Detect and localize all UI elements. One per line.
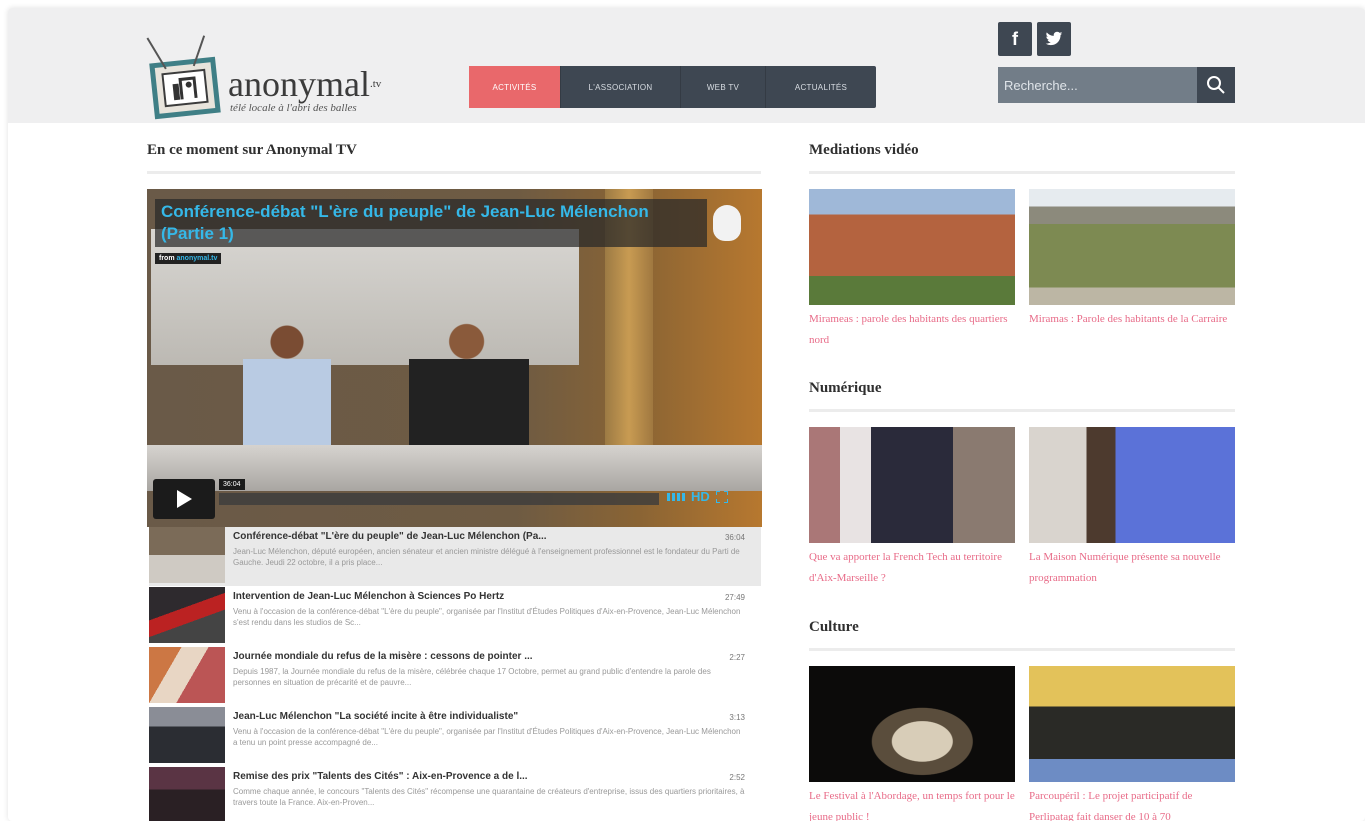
progress-bar[interactable] [219,493,659,505]
tv-logo-icon [146,35,221,120]
card-thumbnail [809,189,1015,305]
main-nav: ACTIVITÉS L'ASSOCIATION WEB TV ACTUALITÉ… [469,66,876,108]
volume-icon[interactable] [667,491,685,503]
player-controls: 36:04 HD [153,479,753,519]
hd-button[interactable]: HD [691,489,710,504]
video-card[interactable]: La Maison Numérique présente sa nouvelle… [1029,427,1235,589]
divider [809,648,1235,651]
video-card[interactable]: Mirameas : parole des habitants des quar… [809,189,1015,351]
playlist-item[interactable]: Conférence-débat "L'ère du peuple" de Je… [149,527,761,586]
social-links: f [998,22,1071,56]
playlist-item[interactable]: Journée mondiale du refus de la misère :… [149,647,761,706]
video-title[interactable]: Conférence-débat "L'ère du peuple" de Je… [161,201,701,245]
play-icon [177,490,192,508]
video-card[interactable]: Que va apporter la French Tech au territ… [809,427,1015,589]
search-bar [998,67,1235,103]
playlist-item[interactable]: Remise des prix "Talents des Cités" : Ai… [149,767,761,821]
card-thumbnail [1029,666,1235,782]
playlist-item-title: Intervention de Jean-Luc Mélenchon à Sci… [233,591,505,602]
divider [809,171,1235,174]
video-time: 36:04 [219,479,245,490]
playlist-item-duration: 2:52 [729,773,745,782]
owl-logo-icon [713,205,741,241]
card-thumbnail [1029,427,1235,543]
section-title-culture: Culture [809,619,859,635]
nav-item-activites[interactable]: ACTIVITÉS [469,66,561,108]
main-section-title: En ce moment sur Anonymal TV [147,142,357,158]
card-thumbnail [1029,189,1235,305]
facebook-icon[interactable]: f [998,22,1032,56]
video-card[interactable]: Miramas : Parole des habitants de la Car… [1029,189,1235,330]
video-source[interactable]: from anonymal.tv [155,253,222,264]
video-playlist: Conférence-débat "L'ère du peuple" de Je… [149,527,761,821]
nav-item-association[interactable]: L'ASSOCIATION [561,66,681,108]
playlist-item-desc: Comme chaque année, le concours "Talents… [233,787,745,807]
playlist-thumbnail [149,707,225,763]
video-player[interactable]: Conférence-débat "L'ère du peuple" de Je… [147,189,762,527]
playlist-item-desc: Venu à l'occasion de la conférence-débat… [233,727,741,747]
logo-tagline: télé locale à l'abri des balles [230,102,357,114]
site-logo[interactable]: anonymal.tv télé locale à l'abri des bal… [146,22,408,122]
video-person-left [243,319,331,447]
video-title-box[interactable]: Conférence-débat "L'ère du peuple" de Je… [155,199,707,247]
divider [809,409,1235,412]
card-caption[interactable]: Parcoupéril : Le projet participatif de … [1029,786,1235,821]
section-title-mediations: Mediations vidéo [809,142,919,158]
playlist-thumbnail [149,767,225,821]
twitter-icon[interactable] [1037,22,1071,56]
site-header: anonymal.tv télé locale à l'abri des bal… [8,8,1365,123]
playlist-item-desc: Venu à l'occasion de la conférence-débat… [233,607,741,627]
card-caption[interactable]: Miramas : Parole des habitants de la Car… [1029,309,1235,330]
playlist-item-desc: Depuis 1987, la Journée mondiale du refu… [233,667,711,687]
playlist-item[interactable]: Jean-Luc Mélenchon "La société incite à … [149,707,761,766]
card-caption[interactable]: Mirameas : parole des habitants des quar… [809,309,1015,351]
playlist-item-duration: 2:27 [729,653,745,662]
page-frame: anonymal.tv télé locale à l'abri des bal… [8,8,1365,821]
search-button[interactable] [1197,67,1235,103]
playlist-item-title: Remise des prix "Talents des Cités" : Ai… [233,771,528,782]
playlist-thumbnail [149,587,225,643]
playlist-thumbnail [149,527,225,583]
card-thumbnail [809,666,1015,782]
video-card[interactable]: Le Festival à l'Abordage, un temps fort … [809,666,1015,821]
search-icon [1207,76,1225,94]
player-options: HD [667,489,728,504]
playlist-item-duration: 36:04 [724,533,745,542]
playlist-thumbnail [149,647,225,703]
video-person-right [409,321,529,449]
playlist-item-title: Conférence-débat "L'ère du peuple" de Je… [233,531,547,542]
fullscreen-icon[interactable] [715,490,728,503]
playlist-item-title: Jean-Luc Mélenchon "La société incite à … [233,711,519,722]
card-caption[interactable]: Que va apporter la French Tech au territ… [809,547,1015,589]
playlist-item-desc: Jean-Luc Mélenchon, député européen, anc… [233,547,740,567]
search-input[interactable] [998,67,1197,103]
playlist-item[interactable]: Intervention de Jean-Luc Mélenchon à Sci… [149,587,761,646]
video-card[interactable]: Parcoupéril : Le projet participatif de … [1029,666,1235,821]
playlist-item-title: Journée mondiale du refus de la misère :… [233,651,533,662]
playlist-item-duration: 27:49 [724,593,745,602]
logo-name: anonymal.tv [228,64,382,104]
card-caption[interactable]: Le Festival à l'Abordage, un temps fort … [809,786,1015,821]
card-thumbnail [809,427,1015,543]
section-title-numerique: Numérique [809,380,882,396]
card-caption[interactable]: La Maison Numérique présente sa nouvelle… [1029,547,1235,589]
play-button[interactable] [153,479,215,519]
playlist-item-duration: 3:13 [729,713,745,722]
nav-item-actualites[interactable]: ACTUALITÉS [766,66,876,108]
nav-item-web-tv[interactable]: WEB TV [681,66,766,108]
divider [147,171,761,174]
